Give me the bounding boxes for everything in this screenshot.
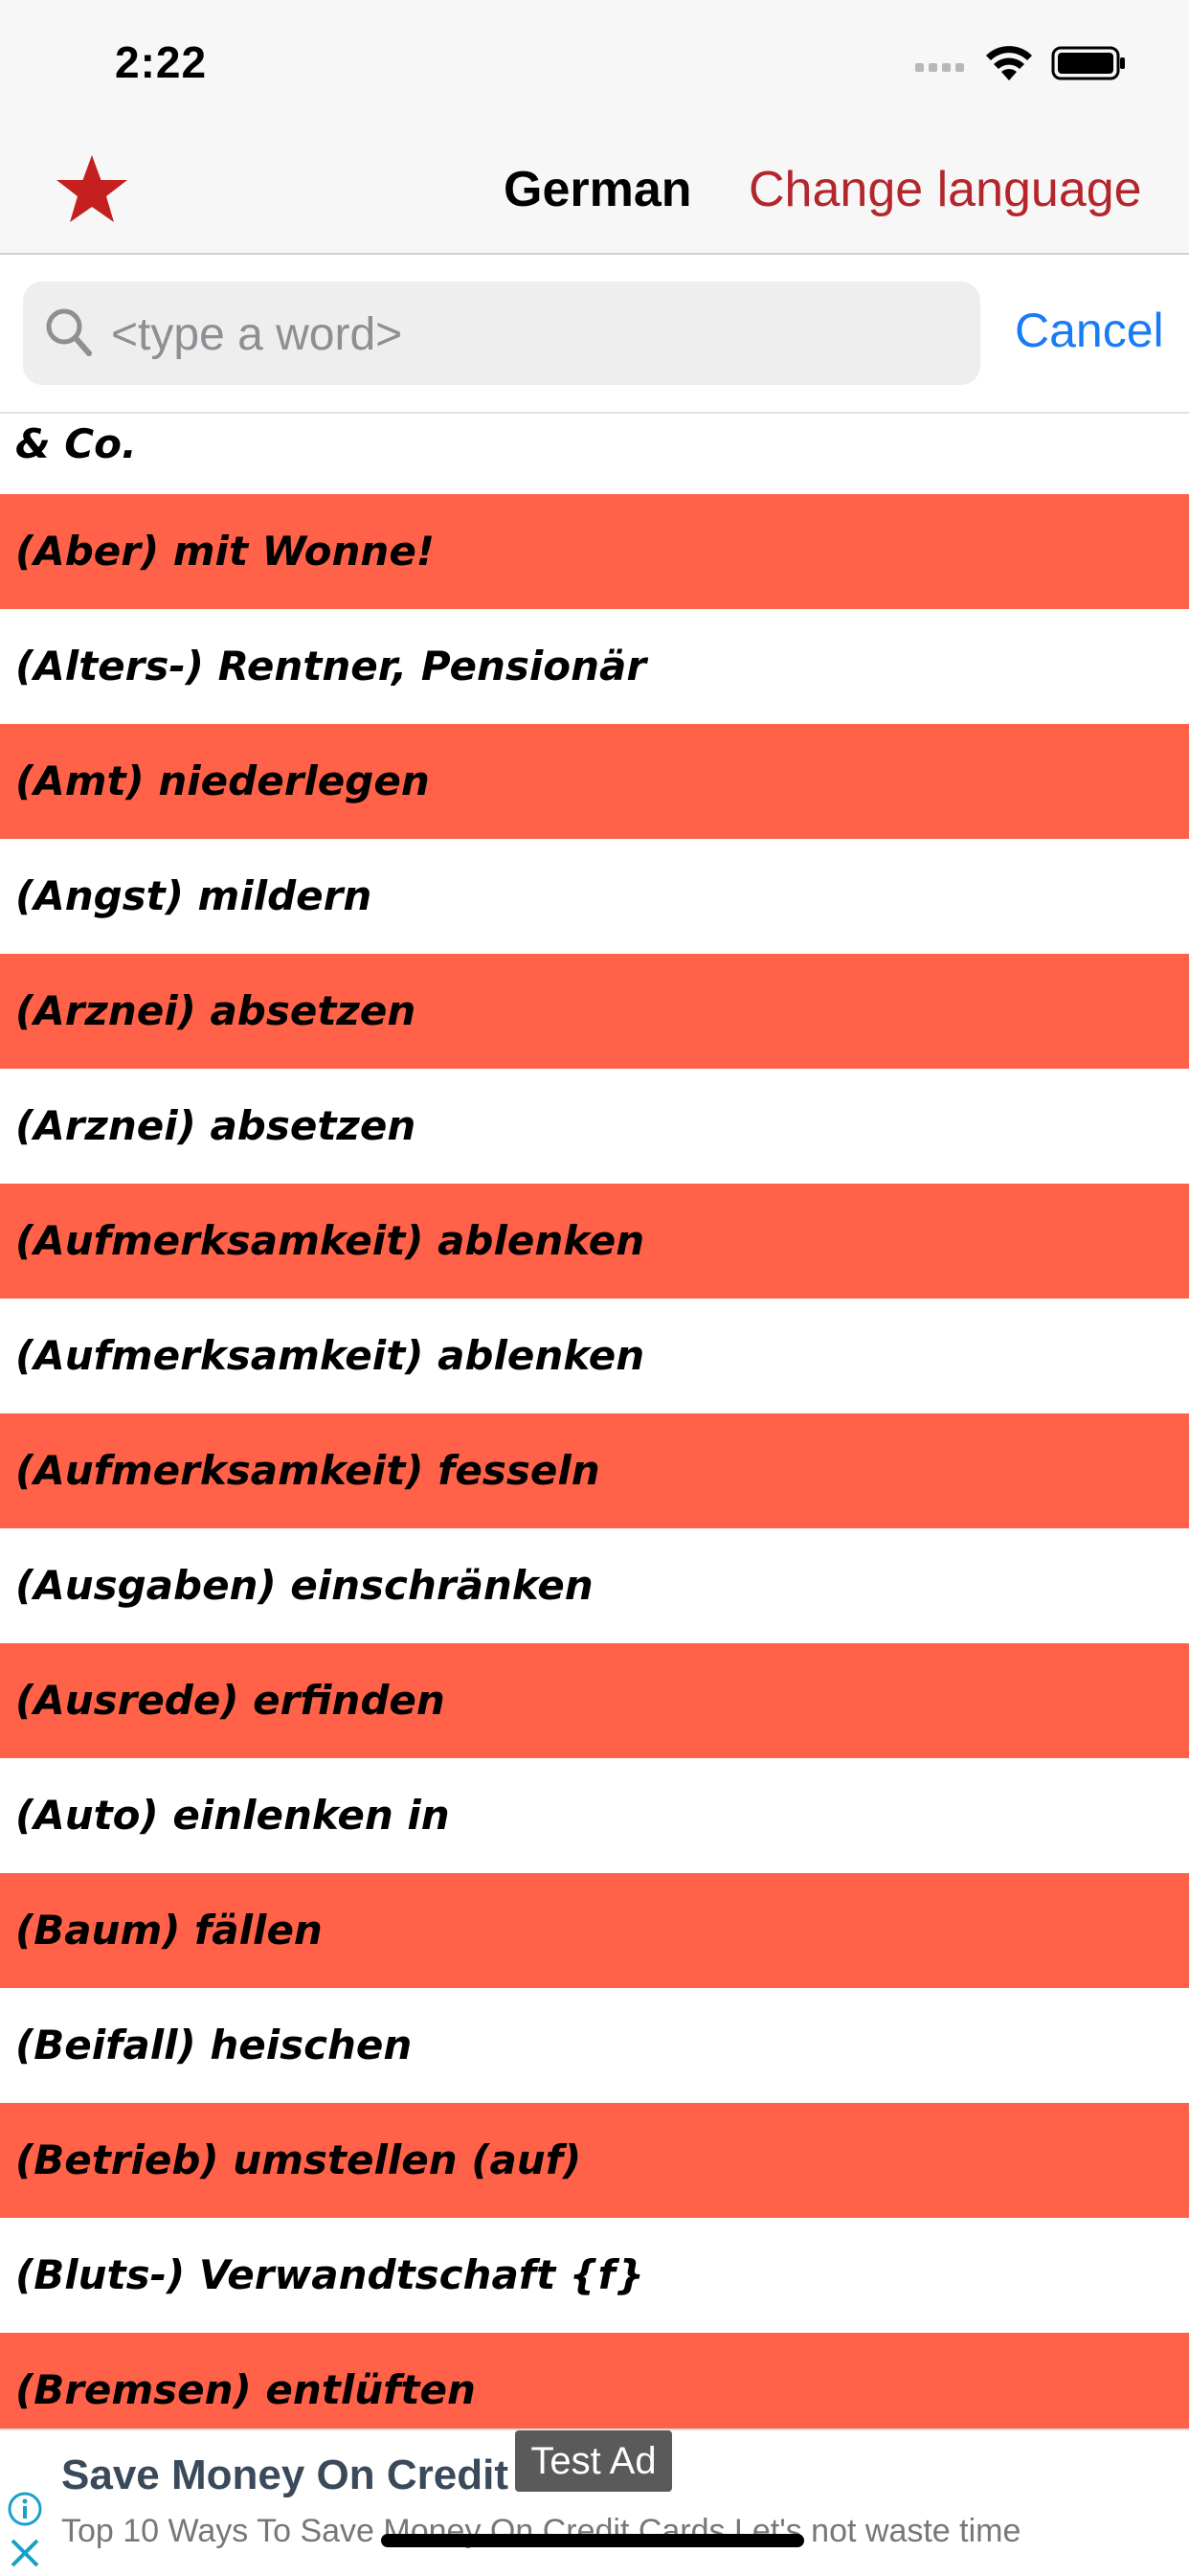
wifi-icon [986,46,1032,80]
star-icon[interactable] [54,153,130,226]
list-item[interactable]: (Aufmerksamkeit) ablenken [0,1299,1189,1413]
list-item[interactable]: (Betrieb) umstellen (auf) [0,2103,1189,2218]
cancel-button[interactable]: Cancel [1015,303,1164,358]
list-item[interactable]: & Co. [0,414,1189,494]
current-language-title: German [504,162,692,217]
list-item[interactable]: (Baum) fällen [0,1873,1189,1988]
list-item[interactable]: (Ausrede) erfinden [0,1643,1189,1758]
ad-banner[interactable]: Save Money On Credit Top 10 Ways To Save… [0,2429,1189,2576]
list-item[interactable]: (Aufmerksamkeit) ablenken [0,1184,1189,1299]
list-item[interactable]: (Ausgaben) einschränken [0,1528,1189,1643]
search-input[interactable] [109,282,965,387]
list-item[interactable]: (Bluts-) Verwandtschaft {f} [0,2218,1189,2333]
info-icon[interactable] [6,2490,44,2528]
search-icon [46,308,92,356]
list-item[interactable]: (Auto) einlenken in [0,1758,1189,1873]
list-item[interactable]: (Arznei) absetzen [0,1069,1189,1184]
search-field[interactable] [23,282,980,387]
ad-title[interactable]: Save Money On Credit [61,2452,508,2499]
list-item[interactable]: (Arznei) absetzen [0,954,1189,1069]
list-item[interactable]: (Alters-) Rentner, Pensionär [0,609,1189,724]
change-language-button[interactable]: Change language [749,161,1142,218]
status-bar: 2:22 [0,0,1189,124]
word-list: & Co. (Aber) mit Wonne! (Alters-) Rentne… [0,414,1189,2429]
test-ad-badge: Test Ad [515,2430,672,2492]
list-item[interactable]: (Aber) mit Wonne! [0,494,1189,609]
close-icon[interactable] [8,2536,42,2570]
list-item[interactable]: (Aufmerksamkeit) fesseln [0,1413,1189,1528]
list-item[interactable]: (Angst) mildern [0,839,1189,954]
list-item[interactable]: (Bremsen) entlüften [0,2333,1189,2429]
nav-bar: German Change language [0,124,1189,255]
list-item[interactable]: (Amt) niederlegen [0,724,1189,839]
home-indicator[interactable] [381,2534,804,2547]
status-time: 2:22 [115,37,208,87]
list-item[interactable]: (Beifall) heischen [0,1988,1189,2103]
cellular-signal-icon [915,59,969,77]
battery-icon [1051,46,1125,80]
search-bar: Cancel [0,255,1189,414]
